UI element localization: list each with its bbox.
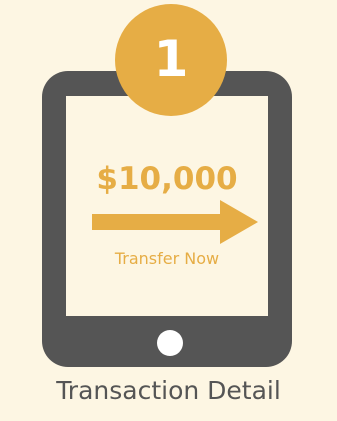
- transfer-amount: $10,000: [96, 161, 238, 197]
- step-badge: 1: [115, 4, 227, 116]
- home-button-icon: [157, 330, 183, 356]
- step-number: 1: [153, 30, 189, 88]
- transfer-now-label: Transfer Now: [114, 249, 220, 268]
- caption: Transaction Detail: [56, 376, 281, 405]
- right-arrow-icon: [92, 200, 258, 244]
